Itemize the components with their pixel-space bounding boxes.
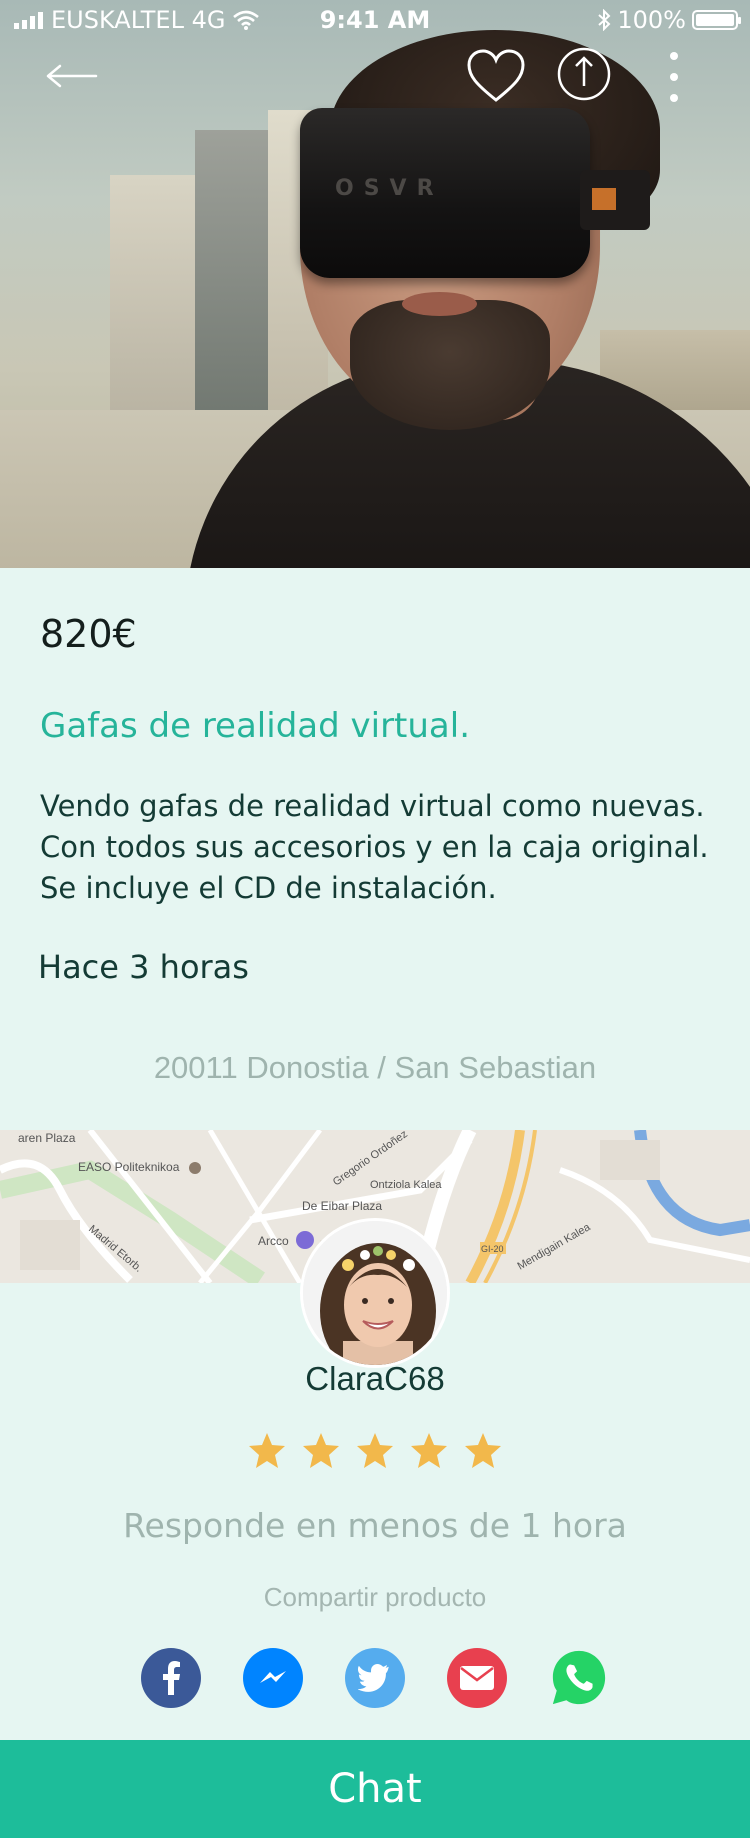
map-label: Arcco: [258, 1234, 289, 1248]
facebook-share-button[interactable]: [141, 1648, 201, 1708]
twitter-icon: [358, 1664, 389, 1692]
bluetooth-icon: [598, 9, 611, 31]
vr-headset-image: OSVR: [300, 108, 590, 278]
map-label: GI-20: [481, 1244, 504, 1254]
seller-avatar[interactable]: [300, 1218, 450, 1368]
map-label: EASO Politeknikoa: [78, 1160, 180, 1174]
envelope-icon: [460, 1666, 494, 1690]
back-button[interactable]: [44, 56, 104, 96]
avatar-photo: [303, 1221, 447, 1365]
map-label: aren Plaza: [18, 1131, 76, 1145]
map-label: De Eibar Plaza: [302, 1199, 382, 1213]
share-label: Compartir producto: [263, 1582, 487, 1612]
whatsapp-share-button[interactable]: [549, 1648, 609, 1708]
chat-button[interactable]: Chat: [0, 1740, 750, 1838]
arrow-left-icon: [46, 64, 98, 88]
response-time: Responde en menos de 1 hora: [123, 1506, 627, 1545]
battery-percent: 100%: [617, 6, 686, 34]
product-location: 20011 Donostia / San Sebastian: [153, 1050, 597, 1085]
share-icon: [557, 47, 611, 101]
share-button[interactable]: [556, 46, 612, 102]
product-price: 820€: [40, 612, 137, 656]
email-share-button[interactable]: [447, 1648, 507, 1708]
more-vertical-icon: [670, 52, 678, 102]
share-buttons: [0, 1648, 750, 1708]
facebook-icon: [163, 1661, 180, 1695]
more-options-button[interactable]: [664, 50, 684, 106]
headset-brand: OSVR: [335, 176, 444, 201]
seller-rating: [0, 1432, 750, 1470]
star-icon: [357, 1433, 393, 1468]
map-label: Ontziola Kalea: [370, 1179, 442, 1191]
whatsapp-icon: [552, 1650, 606, 1705]
product-title: Gafas de realidad virtual.: [40, 706, 471, 746]
messenger-share-button[interactable]: [243, 1648, 303, 1708]
messenger-icon: [250, 1656, 296, 1703]
star-icon: [303, 1433, 339, 1468]
favorite-button[interactable]: [466, 48, 526, 104]
seller-username[interactable]: ClaraC68: [0, 1360, 750, 1398]
star-icon: [411, 1433, 447, 1468]
product-photo[interactable]: OSVR: [0, 0, 750, 568]
product-description: Vendo gafas de realidad virtual como nue…: [40, 789, 709, 905]
chat-button-label: Chat: [328, 1766, 422, 1812]
star-icon: [465, 1433, 501, 1468]
status-bar: EUSKALTEL 4G 9:41 AM 100%: [0, 0, 750, 40]
battery-icon: [692, 10, 741, 30]
star-icon: [249, 1433, 285, 1468]
heart-icon: [467, 49, 525, 102]
posted-time: Hace 3 horas: [38, 948, 249, 986]
twitter-share-button[interactable]: [345, 1648, 405, 1708]
